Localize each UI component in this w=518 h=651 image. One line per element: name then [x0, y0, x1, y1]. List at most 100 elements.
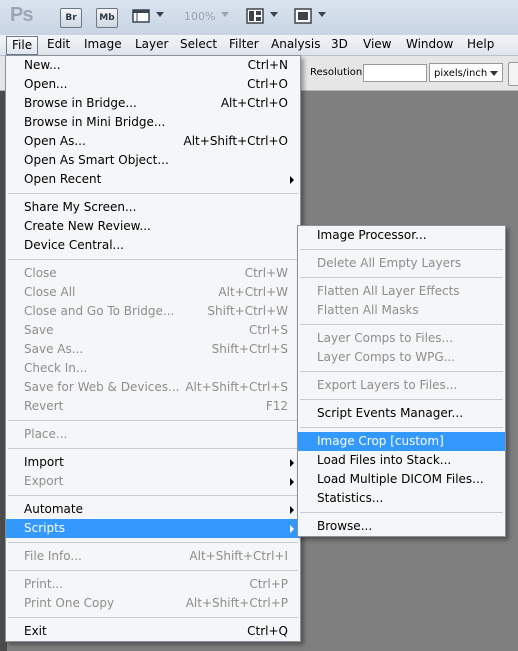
menu-item-label: Browse in Bridge...: [24, 96, 137, 110]
file-menu-item-automate[interactable]: Automate: [6, 500, 300, 519]
arrange-documents-icon[interactable]: [246, 8, 264, 24]
scripts-menu-item-browse[interactable]: Browse...: [298, 517, 505, 536]
menu-item-shortcut: Shift+Ctrl+W: [207, 304, 288, 318]
menu-item-label: Close: [24, 266, 57, 280]
menu-help[interactable]: Help: [462, 35, 499, 54]
menu-item-label: Image Processor...: [317, 228, 427, 242]
screen-mode-icon[interactable]: [294, 8, 312, 24]
scripts-menu-item-delete-all-empty-layers: Delete All Empty Layers: [298, 254, 505, 273]
resolution-unit-value: pixels/inch: [434, 68, 488, 79]
menu-analysis[interactable]: Analysis: [266, 35, 325, 54]
menu-item-label: Share My Screen...: [24, 200, 137, 214]
menu-item-label: Check In...: [24, 361, 88, 375]
menu-item-shortcut: Ctrl+W: [244, 266, 288, 280]
menu-item-label: Automate: [24, 502, 83, 516]
menu-item-shortcut: Alt+Shift+Ctrl+I: [189, 549, 288, 563]
file-menu-item-device-central[interactable]: Device Central...: [6, 236, 300, 255]
menu-item-label: Browse...: [317, 519, 373, 533]
resolution-label: Resolution:: [310, 67, 366, 78]
file-menu-item-browse-in-bridge[interactable]: Browse in Bridge... Alt+Ctrl+O: [6, 94, 300, 113]
menu-item-shortcut: Ctrl+N: [247, 58, 288, 72]
menu-item-label: Revert: [24, 399, 64, 413]
resolution-input[interactable]: [363, 64, 427, 82]
menu-item-label: Print One Copy: [24, 596, 115, 610]
menu-item-label: New...: [24, 58, 61, 72]
menu-edit[interactable]: Edit: [42, 35, 75, 54]
menu-item-shortcut: F12: [265, 399, 288, 413]
menu-item-label: Open As Smart Object...: [24, 153, 169, 167]
file-menu-item-revert: Revert F12: [6, 397, 300, 416]
menu-3d[interactable]: 3D: [326, 35, 353, 54]
menu-item-label: Delete All Empty Layers: [317, 256, 462, 270]
submenu-arrow-icon: [290, 459, 294, 467]
file-menu-item-close-all: Close All Alt+Ctrl+W: [6, 283, 300, 302]
file-menu-item-print-one-copy: Print One Copy Alt+Shift+Ctrl+P: [6, 594, 300, 613]
file-menu-item-scripts[interactable]: Scripts: [6, 519, 300, 538]
zoom-caret-icon[interactable]: [221, 12, 229, 17]
file-menu-item-open[interactable]: Open... Ctrl+O: [6, 75, 300, 94]
file-menu-item-import[interactable]: Import: [6, 453, 300, 472]
zoom-level[interactable]: 100%: [184, 10, 215, 23]
menu-separator: [8, 617, 298, 618]
options-extra-button[interactable]: [508, 62, 518, 86]
file-menu-item-close-and-go-to-bridge: Close and Go To Bridge... Shift+Ctrl+W: [6, 302, 300, 321]
menu-item-shortcut: Alt+Shift+Ctrl+P: [185, 596, 288, 610]
file-menu-item-create-new-review[interactable]: Create New Review...: [6, 217, 300, 236]
file-menu-item-new[interactable]: New... Ctrl+N: [6, 56, 300, 75]
submenu-arrow-icon: [290, 525, 294, 533]
file-menu-item-open-as[interactable]: Open As... Alt+Shift+Ctrl+O: [6, 132, 300, 151]
scripts-menu-item-load-files-into-stack[interactable]: Load Files into Stack...: [298, 451, 505, 470]
scripts-menu-item-layer-comps-to-files: Layer Comps to Files...: [298, 329, 505, 348]
submenu-arrow-icon: [290, 506, 294, 514]
mini-bridge-button[interactable]: Mb: [96, 8, 118, 28]
menu-separator: [300, 324, 503, 325]
file-menu-item-save: Save Ctrl+S: [6, 321, 300, 340]
scripts-menu-item-load-multiple-dicom-files[interactable]: Load Multiple DICOM Files...: [298, 470, 505, 489]
file-menu-item-place: Place...: [6, 425, 300, 444]
file-menu-item-exit[interactable]: Exit Ctrl+Q: [6, 622, 300, 641]
file-menu-item-open-as-smart-object[interactable]: Open As Smart Object...: [6, 151, 300, 170]
file-menu-item-open-recent[interactable]: Open Recent: [6, 170, 300, 189]
menu-item-label: Device Central...: [24, 238, 124, 252]
menu-item-label: Import: [24, 455, 64, 469]
view-extras-icon[interactable]: [132, 8, 150, 24]
menu-separator: [8, 542, 298, 543]
file-menu-item-browse-in-mini-bridge[interactable]: Browse in Mini Bridge...: [6, 113, 300, 132]
resolution-unit-select[interactable]: pixels/inch: [429, 63, 503, 82]
menu-item-shortcut: Ctrl+S: [248, 323, 288, 337]
screen-mode-caret-icon[interactable]: [318, 12, 326, 17]
menu-item-label: Script Events Manager...: [317, 406, 464, 420]
file-menu-item-share-my-screen[interactable]: Share My Screen...: [6, 198, 300, 217]
photoshop-logo: Ps: [10, 4, 33, 26]
menu-layer[interactable]: Layer: [130, 35, 173, 54]
scripts-menu-item-script-events-manager[interactable]: Script Events Manager...: [298, 404, 505, 423]
scripts-menu-item-image-processor[interactable]: Image Processor...: [298, 226, 505, 245]
file-menu-item-save-as: Save As... Shift+Ctrl+S: [6, 340, 300, 359]
menu-window[interactable]: Window: [401, 35, 458, 54]
menu-item-label: Place...: [24, 427, 68, 441]
menu-item-label: Layer Comps to WPG...: [317, 350, 456, 364]
view-extras-caret-icon[interactable]: [156, 12, 164, 17]
scripts-menu-item-flatten-all-layer-effects: Flatten All Layer Effects: [298, 282, 505, 301]
menu-separator: [8, 259, 298, 260]
application-bar: Ps Br Mb 100%: [0, 0, 518, 36]
arrange-caret-icon[interactable]: [270, 12, 278, 17]
menu-separator: [300, 512, 503, 513]
menu-file[interactable]: File: [6, 36, 39, 55]
menu-item-label: Load Files into Stack...: [317, 453, 452, 467]
menu-filter[interactable]: Filter: [224, 35, 264, 54]
file-menu: New... Ctrl+N Open... Ctrl+O Browse in Bridg…: [5, 55, 301, 642]
file-menu-item-check-in: Check In...: [6, 359, 300, 378]
scripts-menu-item-statistics[interactable]: Statistics...: [298, 489, 505, 508]
submenu-arrow-icon: [290, 478, 294, 486]
scripts-menu-item-image-crop-custom[interactable]: Image Crop [custom]: [298, 432, 505, 451]
menu-item-label: Image Crop [custom]: [317, 434, 444, 448]
menu-select[interactable]: Select: [175, 35, 222, 54]
menu-image[interactable]: Image: [79, 35, 127, 54]
menu-separator: [8, 193, 298, 194]
bridge-button[interactable]: Br: [60, 8, 82, 28]
scripts-menu-item-export-layers-to-files: Export Layers to Files...: [298, 376, 505, 395]
menu-view[interactable]: View: [358, 35, 396, 54]
file-menu-item-file-info: File Info... Alt+Shift+Ctrl+I: [6, 547, 300, 566]
menu-item-label: Close and Go To Bridge...: [24, 304, 175, 318]
